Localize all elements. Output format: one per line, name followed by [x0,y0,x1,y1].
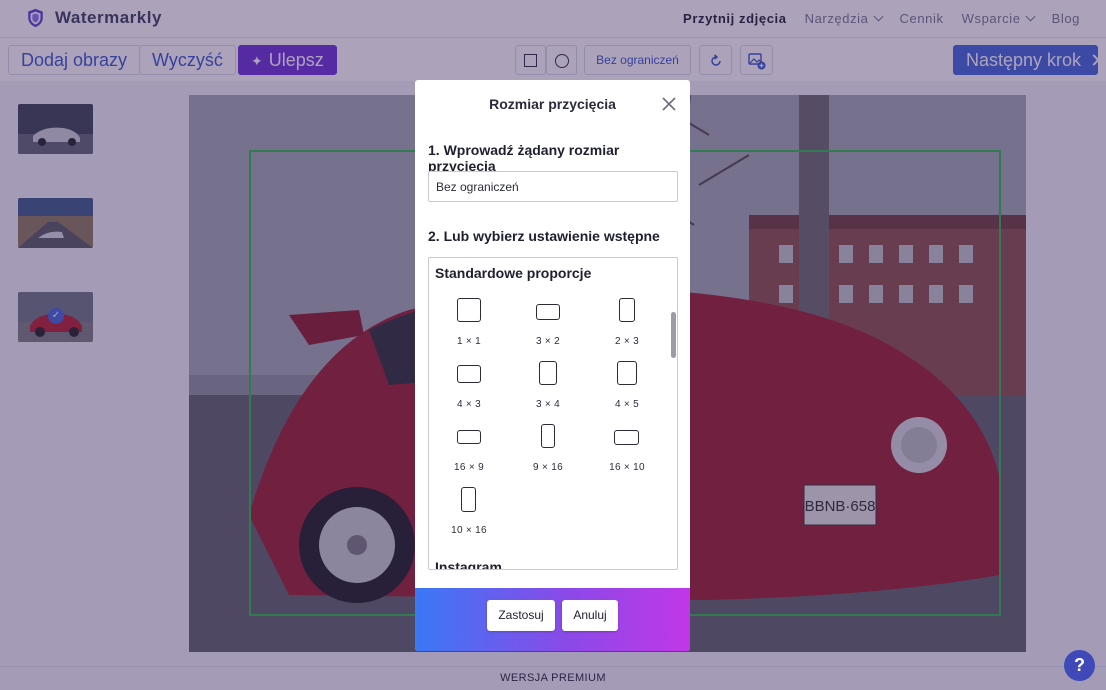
ratio-square-icon [457,298,481,322]
step2-heading: 2. Lub wybierz ustawienie wstępne [428,228,660,244]
ratio-portrait-icon [539,361,557,385]
preset-2x3[interactable]: 2 × 3 [597,296,657,354]
preset-label: 1 × 1 [456,336,482,347]
preset-label: 4 × 3 [456,399,482,410]
preset-3x4[interactable]: 3 × 4 [518,359,578,417]
preset-label: 10 × 16 [451,525,487,536]
preset-label: 2 × 3 [614,336,640,347]
preset-10x16[interactable]: 10 × 16 [439,485,499,543]
standard-ratios-heading: Standardowe proporcje [435,265,592,281]
ratio-tall-icon [461,487,476,512]
dialog-title: Rozmiar przycięcia [489,96,616,112]
preset-label: 9 × 16 [533,462,563,473]
ratio-portrait-icon [619,298,635,322]
apply-button[interactable]: Zastosuj [487,600,555,631]
preset-16x9[interactable]: 16 × 9 [439,422,499,480]
dialog-footer: Zastosuj Anuluj [415,588,690,651]
ratio-wide-icon [614,430,639,445]
crop-size-input[interactable] [428,171,678,202]
preset-scrollbar[interactable] [671,312,676,358]
ratio-landscape-icon [457,365,481,383]
preset-3x2[interactable]: 3 × 2 [518,296,578,354]
close-icon[interactable] [662,97,676,111]
preset-label: 4 × 5 [614,399,640,410]
preset-1x1[interactable]: 1 × 1 [439,296,499,354]
preset-label: 16 × 10 [609,462,645,473]
preset-list[interactable]: Standardowe proporcje 1 × 1 3 × 2 2 × 3 … [428,257,678,570]
ratio-tall-icon [541,424,555,448]
preset-label: 16 × 9 [454,462,484,473]
preset-9x16[interactable]: 9 × 16 [518,422,578,480]
preset-label: 3 × 2 [535,336,561,347]
help-button[interactable]: ? [1064,650,1095,681]
ratio-landscape-icon [536,304,560,320]
ratio-wide-icon [457,430,481,444]
cancel-button[interactable]: Anuluj [562,600,618,631]
step1-heading: 1. Wprowadź żądany rozmiar przycięcia [428,142,620,174]
preset-label: 3 × 4 [535,399,561,410]
crop-size-dialog: Rozmiar przycięcia 1. Wprowadź żądany ro… [415,80,690,651]
preset-4x5[interactable]: 4 × 5 [597,359,657,417]
instagram-heading: Instagram [435,559,502,570]
preset-16x10[interactable]: 16 × 10 [597,422,657,480]
preset-4x3[interactable]: 4 × 3 [439,359,499,417]
ratio-portrait-icon [617,361,637,385]
